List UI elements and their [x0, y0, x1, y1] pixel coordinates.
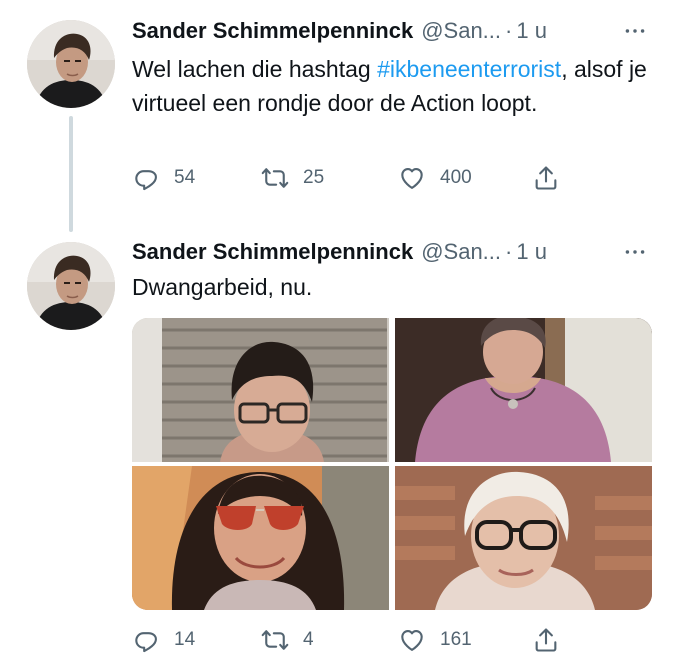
- photo[interactable]: [395, 318, 652, 462]
- like-button[interactable]: 400: [398, 162, 472, 194]
- share-icon: [535, 628, 557, 652]
- avatar[interactable]: [27, 20, 115, 108]
- tweet-actions: 14 4 161: [132, 624, 632, 656]
- reply-icon: [135, 170, 157, 191]
- separator-dot: ·: [505, 18, 513, 43]
- timestamp[interactable]: 1 u: [516, 15, 547, 47]
- reply-count: 54: [174, 167, 196, 188]
- photo[interactable]: [132, 318, 389, 462]
- tweet-text: Wel lachen die hashtag #ikbeneenterroris…: [132, 52, 652, 120]
- like-count: 400: [440, 167, 472, 188]
- tweet-text: Dwangarbeid, nu.: [132, 274, 313, 300]
- reply-icon: [135, 632, 157, 653]
- hashtag-link[interactable]: #ikbeneenterrorist: [377, 56, 561, 82]
- tweet[interactable]: Sander Schimmelpenninck @San... · 1 u Dw…: [0, 230, 680, 670]
- more-horizontal-icon[interactable]: [620, 237, 650, 267]
- timestamp[interactable]: 1 u: [516, 236, 547, 268]
- share-icon: [535, 166, 557, 190]
- like-count: 161: [440, 629, 472, 650]
- tweet-header: Sander Schimmelpenninck @San... · 1 u: [132, 15, 547, 47]
- heart-icon: [401, 167, 423, 189]
- author-name[interactable]: Sander Schimmelpenninck: [132, 15, 413, 47]
- tweet-text-part: Wel lachen die hashtag: [132, 56, 378, 82]
- share-button[interactable]: [532, 624, 560, 656]
- separator-dot: ·: [505, 239, 513, 264]
- retweet-icon: [261, 630, 289, 650]
- retweet-count: 25: [303, 167, 325, 188]
- author-handle[interactable]: @San...: [421, 15, 501, 47]
- reply-button[interactable]: 14: [132, 624, 195, 656]
- tweet[interactable]: Sander Schimmelpenninck @San... · 1 u We…: [0, 0, 680, 232]
- photo-grid: [132, 318, 652, 610]
- avatar[interactable]: [27, 242, 115, 330]
- reply-button[interactable]: 54: [132, 162, 195, 194]
- retweet-icon: [261, 168, 289, 188]
- tweet-header: Sander Schimmelpenninck @San... · 1 u: [132, 236, 547, 268]
- author-name[interactable]: Sander Schimmelpenninck: [132, 236, 413, 268]
- like-button[interactable]: 161: [398, 624, 472, 656]
- tweet-actions: 54 25 400: [132, 162, 632, 194]
- retweet-button[interactable]: 4: [261, 624, 314, 656]
- retweet-button[interactable]: 25: [261, 162, 324, 194]
- more-horizontal-icon[interactable]: [620, 16, 650, 46]
- retweet-count: 4: [303, 629, 314, 650]
- photo[interactable]: [395, 466, 652, 610]
- photo[interactable]: [132, 466, 389, 610]
- author-handle[interactable]: @San...: [421, 236, 501, 268]
- heart-icon: [401, 629, 423, 651]
- reply-count: 14: [174, 629, 196, 650]
- share-button[interactable]: [532, 162, 560, 194]
- thread-line: [69, 116, 73, 232]
